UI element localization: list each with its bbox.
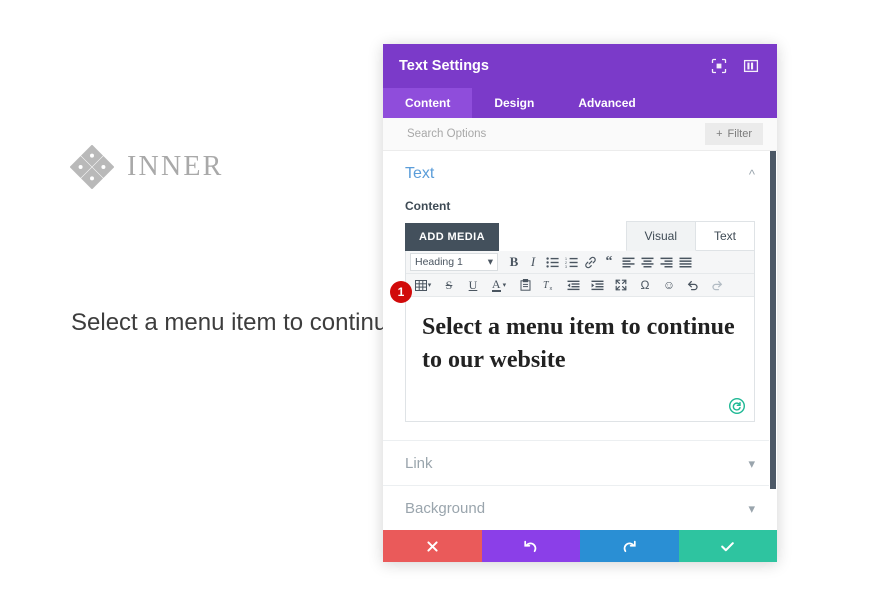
panel-layout-icon[interactable] <box>741 56 761 76</box>
heading-format-select[interactable]: Heading 1 ▾ <box>410 253 498 271</box>
section-text-title: Text <box>405 165 435 182</box>
section-link-title: Link <box>405 454 433 472</box>
reset-circle-icon[interactable] <box>728 397 746 415</box>
search-input[interactable] <box>407 128 687 140</box>
align-justify-button[interactable] <box>676 253 694 271</box>
modal-action-bar <box>383 530 777 562</box>
strikethrough-button[interactable]: S <box>440 276 458 294</box>
insert-link-button[interactable] <box>581 253 599 271</box>
clear-formatting-button[interactable]: T x <box>540 276 558 294</box>
chevron-down-icon: ▾ <box>502 282 507 289</box>
bulleted-list-button[interactable] <box>543 253 561 271</box>
editor-tab-text[interactable]: Text <box>695 221 755 251</box>
modal-scroll-body: Text ^ Content ADD MEDIA Visual Text Hea… <box>383 151 777 530</box>
editor-tab-visual[interactable]: Visual <box>625 221 696 251</box>
align-center-button[interactable] <box>638 253 656 271</box>
editor-heading-text: Select a menu item to continue to our we… <box>422 314 735 374</box>
editor-toolbar-row-2: ▾ S U A ▾ T x Ω ☺ <box>406 274 754 297</box>
indent-button[interactable] <box>588 276 606 294</box>
chevron-down-icon[interactable]: ▾ <box>748 457 755 470</box>
redo-button[interactable] <box>580 530 679 562</box>
paste-as-text-button[interactable] <box>516 276 534 294</box>
diamond-cluster-logo-icon <box>69 144 115 190</box>
chevron-up-icon[interactable]: ^ <box>749 168 755 181</box>
redo-button[interactable] <box>708 276 726 294</box>
text-color-button[interactable]: A ▾ <box>488 276 510 294</box>
site-logo[interactable]: INNER <box>69 144 224 190</box>
tab-design[interactable]: Design <box>472 88 556 118</box>
special-character-button[interactable]: Ω <box>636 276 654 294</box>
numbered-list-button[interactable]: 1 2 3 <box>562 253 580 271</box>
editor-toolbar-row-1: Heading 1 ▾ B I 1 2 3 “ <box>406 251 754 274</box>
plus-icon: + <box>716 128 723 140</box>
section-background[interactable]: Background ▾ <box>383 485 777 530</box>
svg-text:x: x <box>550 286 553 291</box>
rich-text-editor: Heading 1 ▾ B I 1 2 3 “ ▾ S U A ▾ T x Ω … <box>390 251 755 422</box>
filter-button[interactable]: + Filter <box>705 123 763 145</box>
section-background-title: Background <box>405 499 486 517</box>
modal-tab-bar: Content Design Advanced <box>383 88 777 118</box>
modal-scrollbar-track[interactable] <box>769 151 777 530</box>
page-headline: Select a menu item to continue <box>71 309 401 336</box>
bold-button[interactable]: B <box>505 253 523 271</box>
align-left-button[interactable] <box>619 253 637 271</box>
undo-button[interactable] <box>684 276 702 294</box>
filter-button-label: Filter <box>727 128 752 140</box>
editor-content-area[interactable]: 1 Select a menu item to continue to our … <box>390 281 754 421</box>
emoji-button[interactable]: ☺ <box>660 276 678 294</box>
italic-button[interactable]: I <box>524 253 542 271</box>
section-text: Text ^ Content ADD MEDIA Visual Text Hea… <box>383 151 777 422</box>
modal-title: Text Settings <box>399 58 489 74</box>
chevron-down-icon: ▾ <box>487 256 493 268</box>
chevron-down-icon: ▾ <box>427 282 432 289</box>
step-badge-1: 1 <box>390 281 412 303</box>
text-settings-modal: Text Settings Content Design Advanced Se… <box>383 44 777 562</box>
tab-advanced[interactable]: Advanced <box>556 88 657 118</box>
align-right-button[interactable] <box>657 253 675 271</box>
fullscreen-button[interactable] <box>612 276 630 294</box>
outdent-button[interactable] <box>564 276 582 294</box>
modal-scrollbar-thumb[interactable] <box>770 151 776 489</box>
save-button[interactable] <box>678 530 777 562</box>
editor-mode-tabs: Visual Text <box>625 221 755 251</box>
site-logo-text: INNER <box>127 151 224 182</box>
underline-button[interactable]: U <box>464 276 482 294</box>
fullscreen-target-icon[interactable] <box>709 56 729 76</box>
svg-text:3: 3 <box>565 265 567 268</box>
heading-format-value: Heading 1 <box>415 256 463 268</box>
cancel-button[interactable] <box>383 530 482 562</box>
add-media-button[interactable]: ADD MEDIA <box>405 223 499 251</box>
modal-titlebar: Text Settings <box>383 44 777 88</box>
insert-table-button[interactable]: ▾ <box>412 276 434 294</box>
editor-header-row: ADD MEDIA Visual Text <box>405 221 755 251</box>
chevron-down-icon[interactable]: ▾ <box>748 502 755 515</box>
content-field-label: Content <box>405 199 451 213</box>
undo-button[interactable] <box>481 530 580 562</box>
section-text-header[interactable]: Text ^ <box>405 165 755 183</box>
tab-content[interactable]: Content <box>383 88 473 118</box>
blockquote-button[interactable]: “ <box>600 253 618 271</box>
search-options-row: + Filter <box>383 118 777 151</box>
section-link[interactable]: Link ▾ <box>383 440 777 485</box>
